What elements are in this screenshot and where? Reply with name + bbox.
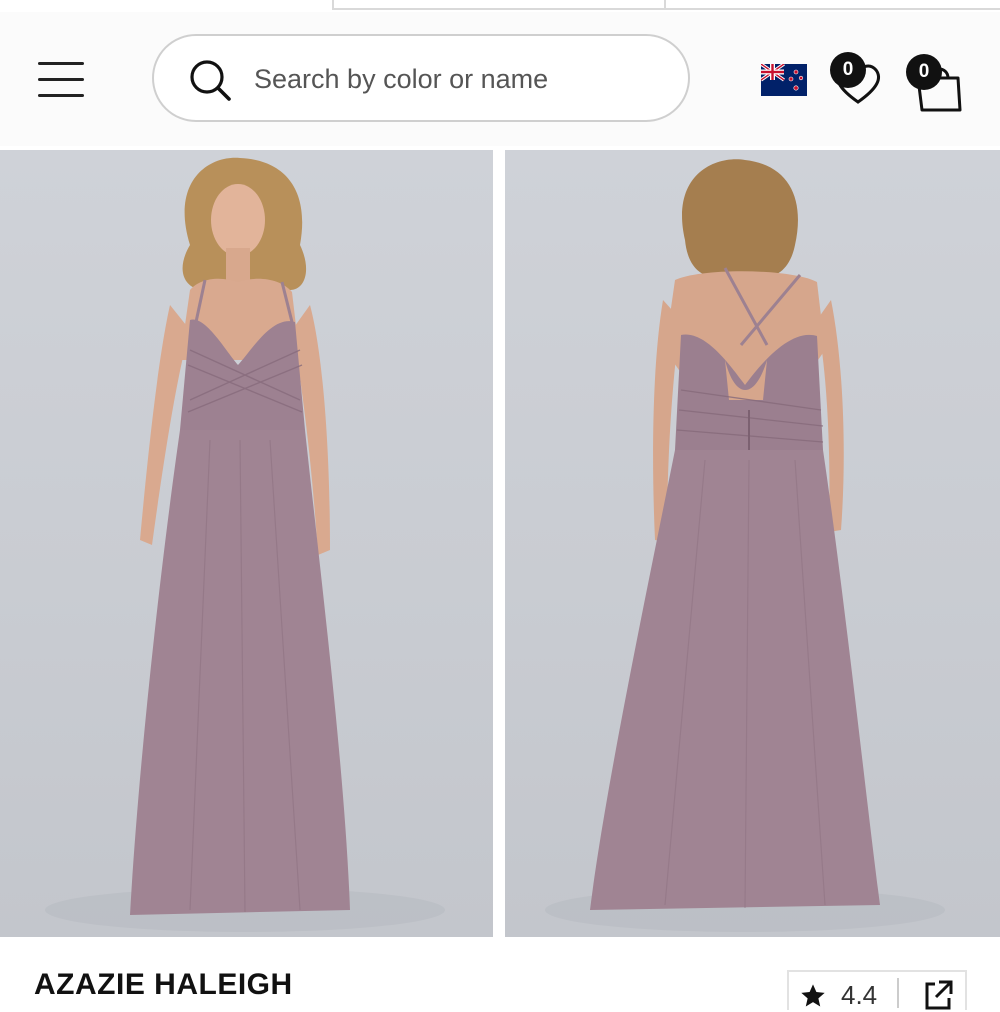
new-zealand-flag[interactable] bbox=[761, 64, 807, 96]
top-tab-left[interactable] bbox=[332, 0, 666, 10]
product-title: AZAZIE HALEIGH bbox=[34, 968, 293, 1001]
wishlist-button[interactable]: 0 bbox=[828, 52, 888, 112]
wishlist-count-badge: 0 bbox=[830, 52, 866, 88]
dress-front-illustration bbox=[45, 157, 445, 932]
star-icon bbox=[801, 984, 825, 1007]
product-image-back[interactable] bbox=[505, 150, 1000, 937]
top-tab-right[interactable] bbox=[664, 0, 1000, 10]
site-header: 0 0 bbox=[0, 12, 1000, 146]
menu-icon[interactable] bbox=[38, 62, 86, 98]
rating-share-box: 4.4 bbox=[787, 970, 967, 1010]
search-input[interactable] bbox=[252, 54, 666, 104]
divider bbox=[897, 978, 899, 1008]
product-rating: 4.4 bbox=[841, 980, 878, 1010]
product-image-front[interactable] bbox=[0, 150, 493, 937]
search-icon[interactable] bbox=[188, 58, 232, 102]
share-icon[interactable] bbox=[921, 978, 955, 1012]
dress-back-illustration bbox=[545, 159, 945, 932]
search-bar[interactable] bbox=[152, 34, 690, 122]
cart-button[interactable]: 0 bbox=[904, 52, 968, 116]
cart-count-badge: 0 bbox=[906, 54, 942, 90]
top-tab-strip bbox=[0, 0, 1000, 12]
